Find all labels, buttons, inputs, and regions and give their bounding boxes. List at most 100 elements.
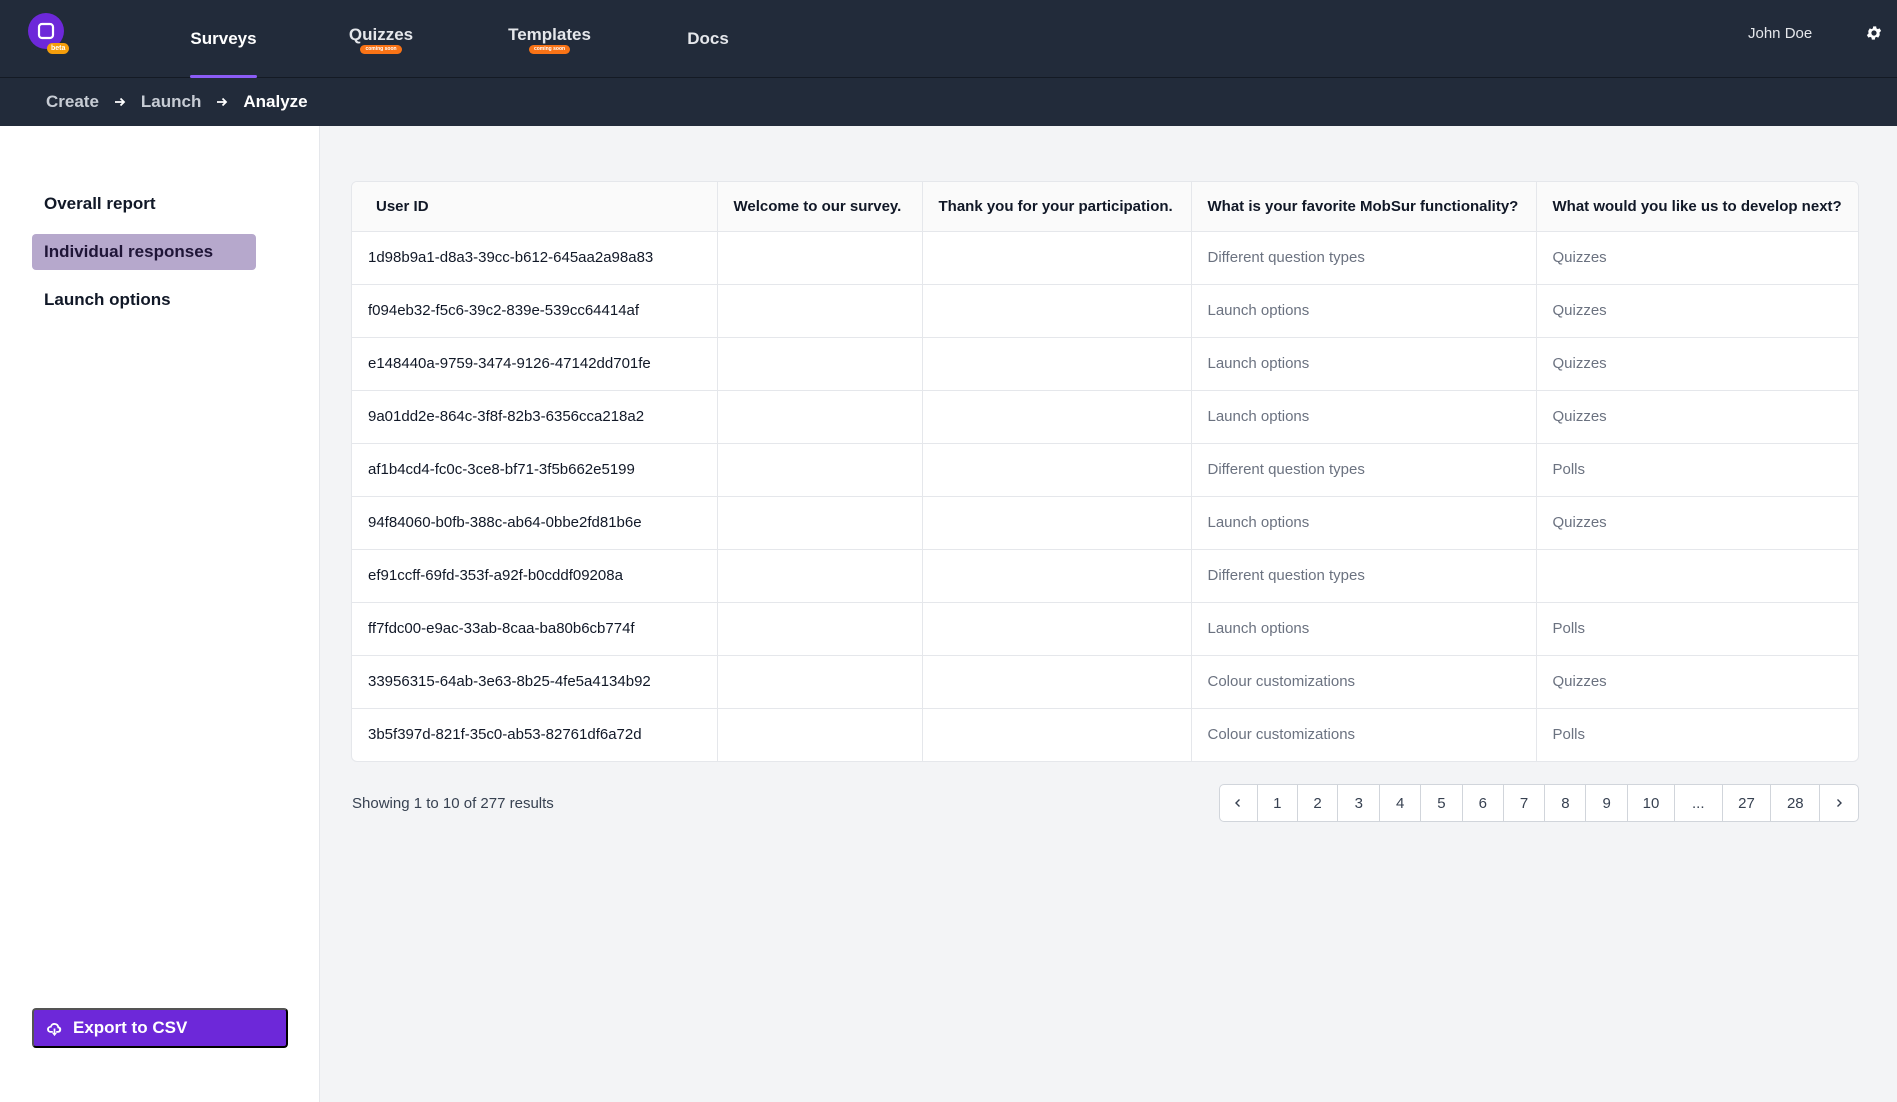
answer-cell: Polls [1552, 726, 1586, 744]
table-row[interactable]: af1b4cd4-fc0c-3ce8-bf71-3f5b662e5199 Dif… [352, 443, 1858, 497]
column-header: Welcome to our survey. [717, 182, 923, 232]
answer-cell [717, 602, 923, 656]
breadcrumb-launch[interactable]: Launch [141, 92, 201, 112]
top-nav: beta Surveys Quizzes coming soon Templat… [0, 0, 1897, 78]
user-id-cell: 1d98b9a1-d8a3-39cc-b612-645aa2a98a83 [352, 231, 718, 285]
user-id-cell: e148440a-9759-3474-9126-47142dd701fe [352, 337, 718, 391]
page-button[interactable]: 8 [1545, 785, 1587, 821]
answer-cell: Launch options [1191, 602, 1537, 656]
page-button[interactable]: 3 [1338, 785, 1381, 821]
gear-icon[interactable] [1865, 24, 1883, 42]
breadcrumb: Create Launch Analyze [0, 78, 1897, 126]
answer-cell [922, 602, 1192, 656]
tab-label: Docs [687, 29, 729, 48]
next-page-button[interactable] [1820, 785, 1858, 821]
tab-templates[interactable]: Templates coming soon [502, 0, 597, 78]
page-button[interactable]: 6 [1463, 785, 1504, 821]
user-id-cell: 9a01dd2e-864c-3f8f-82b3-6356cca218a2 [352, 390, 718, 444]
page-button[interactable]: 7 [1504, 785, 1546, 821]
answer-cell: Quizzes [1536, 390, 1858, 444]
tab-quizzes[interactable]: Quizzes coming soon [340, 0, 422, 78]
answer-cell [717, 549, 923, 603]
table-row[interactable]: 94f84060-b0fb-388c-ab64-0bbe2fd81b6e Lau… [352, 496, 1858, 550]
coming-soon-badge: coming soon [528, 44, 571, 54]
export-csv-button[interactable]: Export to CSV [32, 1008, 288, 1048]
export-label: Export to CSV [73, 1018, 188, 1037]
answer-cell [922, 443, 1192, 497]
sidebar-item-launch-options[interactable]: Launch options [32, 282, 256, 318]
answer-cell [717, 655, 923, 709]
column-header: What is your favorite MobSur functionali… [1191, 182, 1537, 232]
table-row[interactable]: ff7fdc00-e9ac-33ab-8caa-ba80b6cb774f Lau… [352, 602, 1858, 656]
pagination: 1 2 3 4 5 6 7 8 9 10 ... 27 28 [1219, 784, 1859, 822]
answer-cell: Quizzes [1536, 231, 1858, 285]
table-row[interactable]: 33956315-64ab-3e63-8b25-4fe5a4134b92 Col… [352, 655, 1858, 709]
answer-cell [922, 231, 1192, 285]
answer-cell [922, 655, 1192, 709]
answer-cell: Different question types [1191, 231, 1537, 285]
answer-cell [1536, 549, 1858, 603]
answer-cell: Polls [1536, 443, 1858, 497]
user-id-cell: af1b4cd4-fc0c-3ce8-bf71-3f5b662e5199 [352, 443, 718, 497]
responses-table: User ID Welcome to our survey. Thank you… [351, 181, 1859, 762]
page-button[interactable]: 9 [1586, 785, 1629, 821]
answer-cell [717, 443, 923, 497]
answer-cell: Polls [1536, 602, 1858, 656]
table-row[interactable]: e148440a-9759-3474-9126-47142dd701fe Lau… [352, 337, 1858, 391]
answer-cell: Different question types [1191, 443, 1537, 497]
column-header: User ID [352, 182, 718, 232]
tab-label: Quizzes [348, 24, 414, 44]
user-id-cell: 94f84060-b0fb-388c-ab64-0bbe2fd81b6e [352, 496, 718, 550]
answer-cell: Quizzes [1536, 655, 1858, 709]
tab-label: Surveys [190, 29, 257, 48]
table-row[interactable]: ef91ccff-69fd-353f-a92f-b0cddf09208a Dif… [352, 549, 1858, 603]
user-id-cell: f094eb32-f5c6-39c2-839e-539cc64414af [352, 284, 718, 338]
page-button[interactable]: 10 [1628, 785, 1675, 821]
column-header: Thank you for your participation. [922, 182, 1192, 232]
sidebar-item-individual-responses[interactable]: Individual responses [32, 234, 256, 270]
results-summary: Showing 1 to 10 of 277 results [352, 795, 554, 812]
answer-cell: Different question types [1191, 549, 1537, 603]
arrow-right-icon [114, 97, 126, 107]
answer-cell: Quizzes [1536, 496, 1858, 550]
table-header-row: User ID Welcome to our survey. Thank you… [352, 182, 1858, 232]
table-row[interactable]: 1d98b9a1-d8a3-39cc-b612-645aa2a98a83 Dif… [352, 231, 1858, 285]
answer-cell [922, 337, 1192, 391]
page-button[interactable]: 2 [1298, 785, 1339, 821]
user-id-cell: ff7fdc00-e9ac-33ab-8caa-ba80b6cb774f [352, 602, 718, 656]
answer-cell [922, 284, 1192, 338]
tab-docs[interactable]: Docs [683, 0, 733, 78]
coming-soon-badge: coming soon [360, 44, 402, 54]
tab-surveys[interactable]: Surveys [190, 0, 257, 78]
beta-badge: beta [47, 43, 70, 54]
breadcrumb-create[interactable]: Create [46, 92, 99, 112]
answer-cell: Launch options [1191, 337, 1537, 391]
table-row[interactable]: 9a01dd2e-864c-3f8f-82b3-6356cca218a2 Lau… [352, 390, 1858, 444]
user-id-cell: 3b5f397d-821f-35c0-ab53-82761df6a72d [352, 708, 718, 761]
page-button[interactable]: 5 [1421, 785, 1463, 821]
page-button[interactable]: 28 [1771, 785, 1821, 821]
chevron-right-icon [1837, 799, 1843, 807]
answer-cell: Launch options [1191, 496, 1537, 550]
answer-cell [717, 390, 923, 444]
page-ellipsis: ... [1675, 785, 1723, 821]
breadcrumb-analyze[interactable]: Analyze [243, 92, 307, 112]
page-button[interactable]: 1 [1258, 785, 1298, 821]
table-row[interactable]: 3b5f397d-821f-35c0-ab53-82761df6a72d Col… [352, 708, 1858, 761]
table-row[interactable]: f094eb32-f5c6-39c2-839e-539cc64414af Lau… [352, 284, 1858, 338]
previous-page-button[interactable] [1220, 785, 1258, 821]
answer-cell [717, 337, 923, 391]
sidebar-item-overall-report[interactable]: Overall report [32, 186, 256, 222]
answer-cell: Quizzes [1536, 337, 1858, 391]
answer-cell: Colour customizations [1191, 655, 1537, 709]
logo-icon [37, 22, 55, 40]
answer-cell [717, 231, 923, 285]
cloud-download-icon [47, 1022, 62, 1036]
answer-cell: Colour customizations [1191, 708, 1537, 761]
page-button[interactable]: 27 [1723, 785, 1772, 821]
user-id-cell: 33956315-64ab-3e63-8b25-4fe5a4134b92 [352, 655, 718, 709]
user-id-cell: ef91ccff-69fd-353f-a92f-b0cddf09208a [352, 549, 718, 603]
answer-cell [717, 496, 923, 550]
user-menu[interactable]: John Doe [1748, 24, 1812, 44]
page-button[interactable]: 4 [1380, 785, 1422, 821]
